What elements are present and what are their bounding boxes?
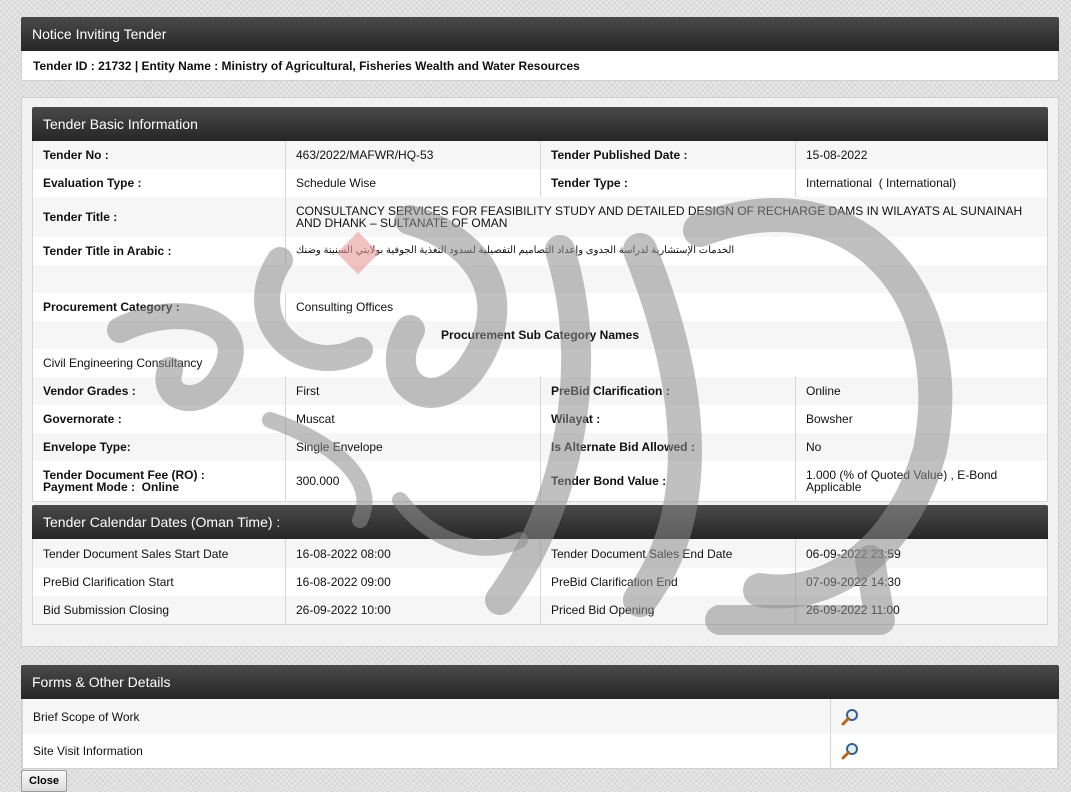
calendar-label: Tender Document Sales End Date (540, 539, 796, 568)
calendar-value: 16-08-2022 09:00 (285, 568, 541, 596)
form-item-label: Brief Scope of Work (22, 699, 831, 734)
spacer-row (32, 265, 1048, 293)
notice-info-box: Tender ID : 21732 | Entity Name : Minist… (21, 51, 1059, 81)
tender-title-arabic-label: Tender Title in Arabic : (32, 237, 286, 265)
form-item-icon-cell (830, 699, 1058, 734)
envelope-type-value: Single Envelope (285, 433, 541, 461)
calendar-value: 26-09-2022 11:00 (795, 596, 1048, 624)
calendar-label: PreBid Clarification Start (32, 568, 286, 596)
list-item: Site Visit Information (22, 734, 1058, 768)
wilayat-value: Bowsher (795, 405, 1048, 433)
tender-id-line: Tender ID : 21732 | Entity Name : Minist… (33, 59, 580, 73)
table-row: Procurement Sub Category Names (32, 321, 1048, 349)
table-row (32, 265, 1048, 293)
table-row: Tender Document Fee (RO) : Payment Mode … (32, 461, 1048, 501)
calendar-title: Tender Calendar Dates (Oman Time) : (43, 514, 281, 530)
calendar-table-wrap: Tender Document Sales Start Date 16-08-2… (32, 539, 1048, 625)
table-row: Envelope Type: Single Envelope Is Altern… (32, 433, 1048, 461)
calendar-label: Priced Bid Opening (540, 596, 796, 624)
notice-title: Notice Inviting Tender (32, 26, 167, 42)
calendar-value: 06-09-2022 23:59 (795, 539, 1048, 568)
basic-info-header: Tender Basic Information (32, 107, 1048, 141)
table-row: Tender Title in Arabic : الخدمات الإستشا… (32, 237, 1048, 265)
tender-title-arabic-value: الخدمات الإستشارية لدراسة الجدوى وإعداد … (285, 237, 1048, 265)
prebid-clarification-label: PreBid Clarification : (540, 377, 796, 405)
table-row: Tender Title : CONSULTANCY SERVICES FOR … (32, 197, 1048, 237)
payment-mode-label: Payment Mode : Online (43, 480, 180, 494)
tender-bond-value: 1.000 (% of Quoted Value) , E-Bond Appli… (795, 461, 1048, 501)
calendar-value: 16-08-2022 08:00 (285, 539, 541, 568)
table-row: Civil Engineering Consultancy (32, 349, 1048, 377)
basic-info-title: Tender Basic Information (43, 116, 198, 132)
tender-title-label: Tender Title : (32, 197, 286, 237)
calendar-header: Tender Calendar Dates (Oman Time) : (32, 505, 1048, 539)
forms-title: Forms & Other Details (32, 674, 171, 690)
envelope-type-label: Envelope Type: (32, 433, 286, 461)
published-date-value: 15-08-2022 (795, 141, 1048, 169)
tender-type-value: International ( International) (795, 169, 1048, 197)
tender-no-label: Tender No : (32, 141, 286, 169)
alternate-bid-label: Is Alternate Bid Allowed : (540, 433, 796, 461)
sub-category-header: Procurement Sub Category Names (32, 321, 1048, 349)
calendar-label: Bid Submission Closing (32, 596, 286, 624)
basic-info-table: Tender No : 463/2022/MAFWR/HQ-53 Tender … (32, 141, 1048, 501)
document-fee-value: 300.000 (285, 461, 541, 501)
procurement-category-value: Consulting Offices (285, 293, 1048, 321)
tender-title-value: CONSULTANCY SERVICES FOR FEASIBILITY STU… (285, 197, 1048, 237)
forms-table: Brief Scope of Work Site Visit Informati… (22, 699, 1058, 768)
arabic-title-text: الخدمات الإستشارية لدراسة الجدوى وإعداد … (296, 245, 735, 256)
forms-table-wrap: Brief Scope of Work Site Visit Informati… (21, 699, 1059, 769)
form-item-icon-cell (830, 734, 1058, 768)
tender-bond-label: Tender Bond Value : (540, 461, 796, 501)
basic-info-table-wrap: Tender No : 463/2022/MAFWR/HQ-53 Tender … (32, 141, 1048, 502)
table-row: Evaluation Type : Schedule Wise Tender T… (32, 169, 1048, 197)
table-row: Tender No : 463/2022/MAFWR/HQ-53 Tender … (32, 141, 1048, 169)
evaluation-type-label: Evaluation Type : (32, 169, 286, 197)
tender-no-value: 463/2022/MAFWR/HQ-53 (285, 141, 541, 169)
magnifier-icon[interactable] (841, 708, 859, 726)
table-row: Procurement Category : Consulting Office… (32, 293, 1048, 321)
magnifier-icon[interactable] (841, 742, 859, 760)
vendor-grades-value: First (285, 377, 541, 405)
table-row: PreBid Clarification Start 16-08-2022 09… (32, 568, 1048, 596)
alternate-bid-value: No (795, 433, 1048, 461)
list-item: Brief Scope of Work (22, 699, 1058, 734)
governorate-value: Muscat (285, 405, 541, 433)
table-row: Tender Document Sales Start Date 16-08-2… (32, 539, 1048, 568)
calendar-label: Tender Document Sales Start Date (32, 539, 286, 568)
published-date-label: Tender Published Date : (540, 141, 796, 169)
calendar-value: 26-09-2022 10:00 (285, 596, 541, 624)
calendar-table: Tender Document Sales Start Date 16-08-2… (32, 539, 1048, 624)
document-fee-label-cell: Tender Document Fee (RO) : Payment Mode … (32, 461, 286, 501)
evaluation-type-value: Schedule Wise (285, 169, 541, 197)
governorate-label: Governorate : (32, 405, 286, 433)
table-row: Vendor Grades : First PreBid Clarificati… (32, 377, 1048, 405)
tender-type-label: Tender Type : (540, 169, 796, 197)
notice-header: Notice Inviting Tender (21, 17, 1059, 51)
calendar-label: PreBid Clarification End (540, 568, 796, 596)
wilayat-label: Wilayat : (540, 405, 796, 433)
forms-header: Forms & Other Details (21, 665, 1059, 699)
vendor-grades-label: Vendor Grades : (32, 377, 286, 405)
table-row: Governorate : Muscat Wilayat : Bowsher (32, 405, 1048, 433)
prebid-clarification-value: Online (795, 377, 1048, 405)
form-item-label: Site Visit Information (22, 734, 831, 768)
procurement-category-label: Procurement Category : (32, 293, 286, 321)
sub-category-value: Civil Engineering Consultancy (32, 349, 1048, 377)
table-row: Bid Submission Closing 26-09-2022 10:00 … (32, 596, 1048, 624)
calendar-value: 07-09-2022 14:30 (795, 568, 1048, 596)
